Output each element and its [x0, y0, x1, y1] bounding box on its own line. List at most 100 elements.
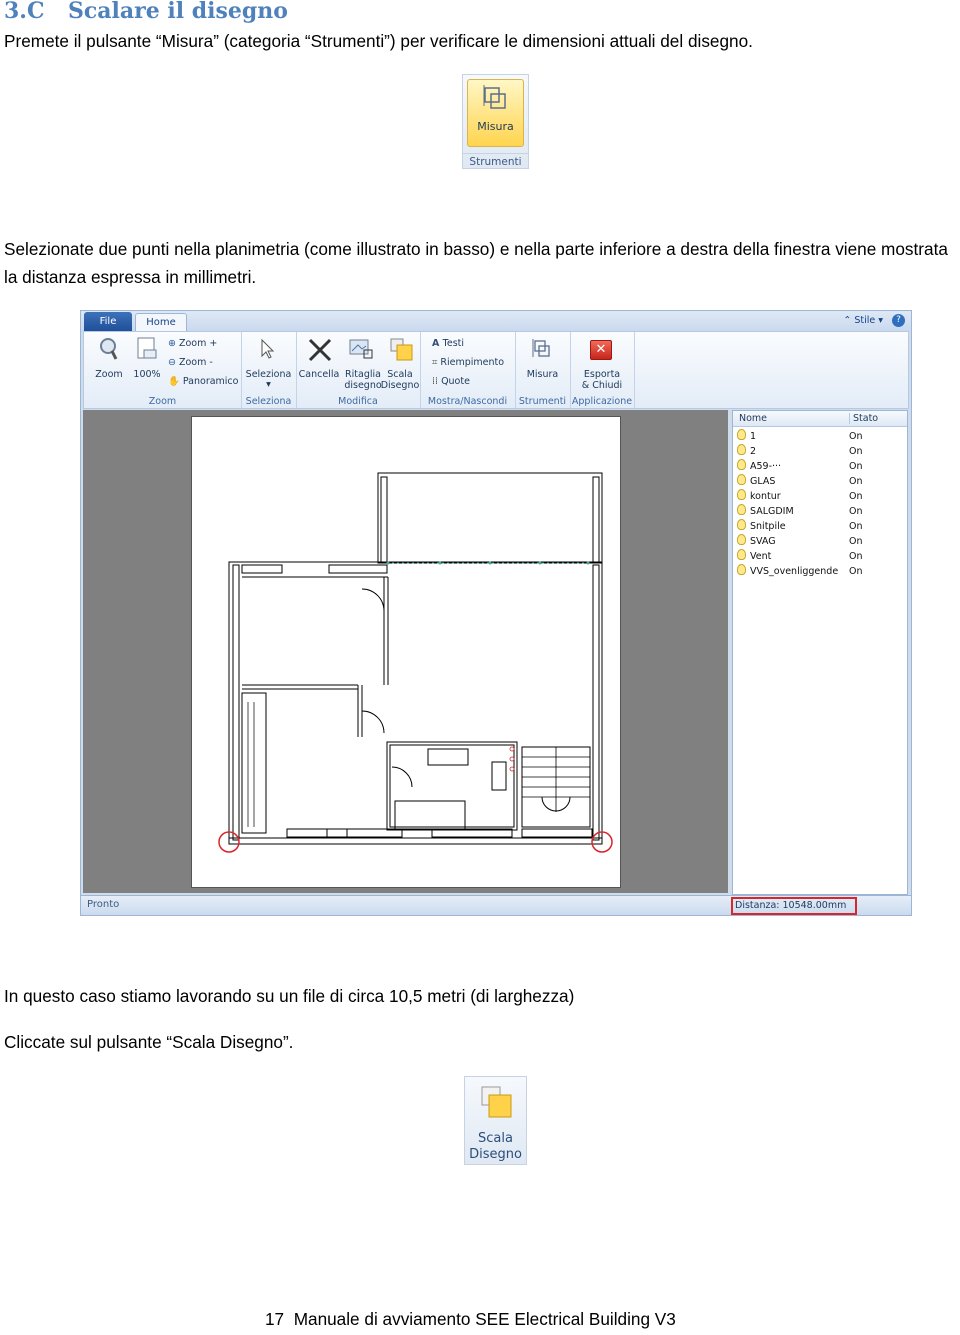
floor-plan-drawing: [218, 472, 613, 853]
layer-row[interactable]: A59-··· On: [737, 459, 903, 474]
layer-name: SALGDIM: [750, 506, 794, 517]
dimensions-label: Quote: [441, 376, 470, 387]
group-tools-label: Strumenti: [518, 396, 567, 407]
zoom-button[interactable]: Zoom: [90, 369, 128, 380]
layer-row[interactable]: VVS_ovenliggende On: [737, 564, 903, 579]
lightbulb-icon[interactable]: [737, 489, 746, 500]
pan-button[interactable]: ✋ Panoramico: [168, 376, 238, 387]
zoom-out-icon: ⊖: [168, 357, 179, 368]
layer-row[interactable]: SALGDIM On: [737, 504, 903, 519]
layer-row[interactable]: 1 On: [737, 429, 903, 444]
scale-label-1: Scala: [387, 369, 413, 380]
layer-name: Vent: [750, 551, 772, 562]
scale-button-label: Scala Disegno: [465, 1131, 526, 1163]
section-heading: 3.C Scalare il disegno: [4, 0, 288, 24]
group-application-label: Applicazione: [571, 396, 633, 407]
layer-state: On: [849, 446, 863, 457]
measure-ribbon-button[interactable]: Misura: [515, 369, 570, 380]
measure-button-image: Misura Strumenti: [462, 74, 529, 169]
layer-name: kontur: [750, 491, 781, 502]
group-tools: Misura Strumenti: [515, 332, 571, 408]
group-zoom-label: Zoom: [148, 396, 177, 407]
layer-state: On: [849, 551, 863, 562]
intro-paragraph: Premete il pulsante “Misura” (categoria …: [4, 31, 753, 51]
lightbulb-icon[interactable]: [737, 474, 746, 485]
hand-icon: ✋: [168, 376, 183, 387]
fill-toggle[interactable]: ⌗ Riempimento: [432, 357, 504, 368]
layer-row[interactable]: GLAS On: [737, 474, 903, 489]
lightbulb-icon[interactable]: [737, 564, 746, 575]
export-close-button[interactable]: Esporta & Chiudi: [570, 369, 634, 391]
layer-name: VVS_ovenliggende: [750, 566, 839, 577]
texts-toggle[interactable]: A Testi: [432, 338, 464, 349]
distance-readout: Distanza: 10548.00mm: [731, 897, 857, 915]
layer-row[interactable]: Vent On: [737, 549, 903, 564]
layer-state: On: [849, 506, 863, 517]
drawing-sheet[interactable]: [191, 416, 621, 888]
measure-icon: [483, 85, 506, 109]
scale-label-2: Disegno: [380, 380, 420, 391]
lightbulb-icon[interactable]: [737, 549, 746, 560]
text-a-icon: A: [432, 338, 443, 349]
ribbon: Zoom 100% ⊕ Zoom + ⊖ Zoom - ✋ Panoramico…: [83, 331, 909, 409]
style-menu[interactable]: ⌃ Stile ▾: [843, 315, 883, 326]
zoom-in-label: Zoom +: [178, 338, 218, 349]
zoom-100-button[interactable]: 100%: [128, 369, 166, 380]
layer-state: On: [849, 461, 863, 472]
layer-name: SVAG: [750, 536, 776, 547]
status-ready: Pronto: [87, 899, 120, 910]
dimension-icon: ⁞⁞: [432, 376, 442, 387]
group-select-label: Seleziona: [245, 396, 292, 407]
click-scale-paragraph: Cliccate sul pulsante “Scala Disegno”.: [4, 1032, 294, 1052]
group-show-hide-label: Mostra/Nascondi: [427, 396, 508, 407]
page-100-icon: [137, 337, 157, 359]
lightbulb-icon[interactable]: [737, 444, 746, 455]
layers-col-state[interactable]: Stato: [849, 413, 878, 424]
help-icon[interactable]: ?: [892, 314, 905, 327]
app-window: File Home ⌃ Stile ▾ ? Zoom 100% ⊕ Zoom +…: [80, 310, 912, 916]
texts-label: Testi: [442, 338, 465, 349]
pointer-icon: [261, 338, 275, 359]
page-footer: 17 Manuale di avviamento SEE Electrical …: [265, 1309, 676, 1330]
layer-state: On: [849, 566, 863, 577]
scale-drawing-button[interactable]: Scala Disegno: [380, 369, 420, 391]
layers-header: Nome Stato: [733, 411, 907, 427]
crop-label-1: Ritaglia: [345, 369, 381, 380]
section-title: Scalare il disegno: [68, 0, 288, 24]
footer-title: Manuale di avviamento SEE Electrical Bui…: [293, 1309, 676, 1329]
layer-row[interactable]: kontur On: [737, 489, 903, 504]
chevron-up-icon: ⌃: [843, 315, 855, 326]
layer-state: On: [849, 476, 863, 487]
group-modify: Cancella Ritaglia disegno Scala Disegno Mo…: [296, 332, 421, 408]
measure-icon: [532, 339, 550, 357]
tab-home[interactable]: Home: [135, 313, 187, 332]
zoom-out-button[interactable]: ⊖ Zoom -: [168, 357, 213, 368]
lightbulb-icon[interactable]: [737, 429, 746, 440]
select-dropdown-icon[interactable]: ▾: [241, 379, 296, 390]
layer-row[interactable]: 2 On: [737, 444, 903, 459]
dimensions-toggle[interactable]: ⁞⁞ Quote: [432, 376, 470, 387]
group-select: Seleziona ▾ Seleziona: [241, 332, 297, 408]
delete-label: Cancella: [298, 369, 340, 380]
zoom-out-label: Zoom -: [178, 357, 213, 368]
tab-file[interactable]: File: [84, 312, 132, 331]
delete-button[interactable]: Cancella: [296, 369, 342, 380]
scale-button-line1: Scala: [478, 1131, 513, 1146]
layer-name: GLAS: [750, 476, 776, 487]
layers-col-name[interactable]: Nome: [739, 413, 767, 424]
measure-button-category: Strumenti: [463, 153, 528, 168]
pan-label: Panoramico: [182, 376, 239, 387]
lightbulb-icon[interactable]: [737, 534, 746, 545]
layer-state: On: [849, 521, 863, 532]
section-number: 3.C: [4, 0, 45, 24]
layer-row[interactable]: Snitpile On: [737, 519, 903, 534]
group-application: ✕ Esporta & Chiudi Applicazione: [570, 332, 635, 408]
lightbulb-icon[interactable]: [737, 519, 746, 530]
zoom-in-button[interactable]: ⊕ Zoom +: [168, 338, 217, 349]
layer-row[interactable]: SVAG On: [737, 534, 903, 549]
lightbulb-icon[interactable]: [737, 459, 746, 470]
layers-panel: Nome Stato 1 On 2 On A59-··· On GLAS On kont…: [732, 410, 908, 895]
lightbulb-icon[interactable]: [737, 504, 746, 515]
fill-label: Riempimento: [440, 357, 505, 368]
ribbon-tabs: File Home ⌃ Stile ▾ ?: [81, 311, 911, 332]
